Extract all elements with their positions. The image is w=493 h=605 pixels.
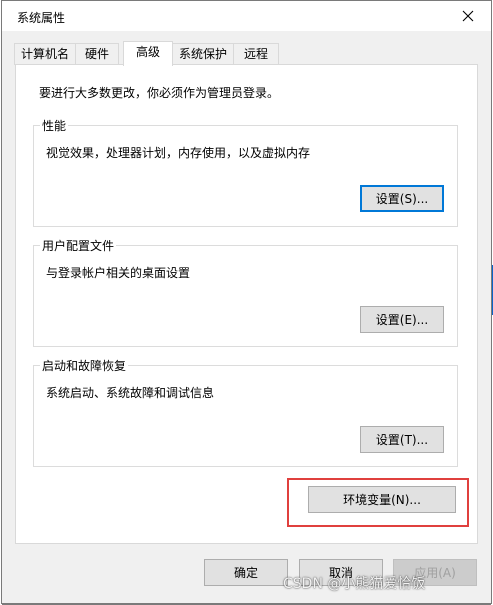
tab-advanced[interactable]: 高级 [123, 41, 173, 66]
tab-system-protection[interactable]: 系统保护 [172, 43, 234, 65]
close-icon [462, 10, 474, 22]
environment-variables-button[interactable]: 环境变量(N)... [308, 486, 456, 513]
user-profiles-settings-button[interactable]: 设置(E)... [360, 306, 444, 333]
window-title: 系统属性 [17, 11, 66, 25]
tab-remote[interactable]: 远程 [233, 43, 279, 65]
watermark: CSDN @小熊猫爱恰饭 [283, 576, 426, 592]
performance-label: 性能 [40, 117, 69, 134]
startup-recovery-group: 启动和故障恢复 系统启动、系统故障和调试信息 设置(T)... [33, 357, 458, 467]
startup-recovery-settings-button[interactable]: 设置(T)... [360, 426, 444, 453]
user-profiles-description: 与登录帐户相关的桌面设置 [46, 266, 191, 280]
startup-recovery-label: 启动和故障恢复 [40, 357, 129, 374]
performance-group: 性能 视觉效果，处理器计划，内存使用，以及虚拟内存 设置(S)... [33, 117, 458, 227]
user-profiles-group: 用户配置文件 与登录帐户相关的桌面设置 设置(E)... [33, 237, 458, 347]
performance-description: 视觉效果，处理器计划，内存使用，以及虚拟内存 [46, 146, 311, 160]
advanced-tab-panel: 要进行大多数更改，你必须作为管理员登录。 性能 视觉效果，处理器计划，内存使用，… [15, 64, 478, 544]
admin-note: 要进行大多数更改，你必须作为管理员登录。 [39, 86, 280, 100]
startup-recovery-description: 系统启动、系统故障和调试信息 [46, 386, 215, 400]
user-profiles-label: 用户配置文件 [40, 237, 117, 254]
close-button[interactable] [445, 1, 491, 31]
tab-computer-name[interactable]: 计算机名 [14, 43, 76, 65]
performance-settings-button[interactable]: 设置(S)... [360, 185, 444, 212]
tab-hardware[interactable]: 硬件 [75, 43, 119, 65]
system-properties-dialog: 系统属性 计算机名 硬件 高级 系统保护 远程 要进行大多数更改，你必须作为管理… [1, 0, 492, 604]
ok-button[interactable]: 确定 [204, 559, 288, 586]
title-bar: 系统属性 [2, 1, 491, 31]
